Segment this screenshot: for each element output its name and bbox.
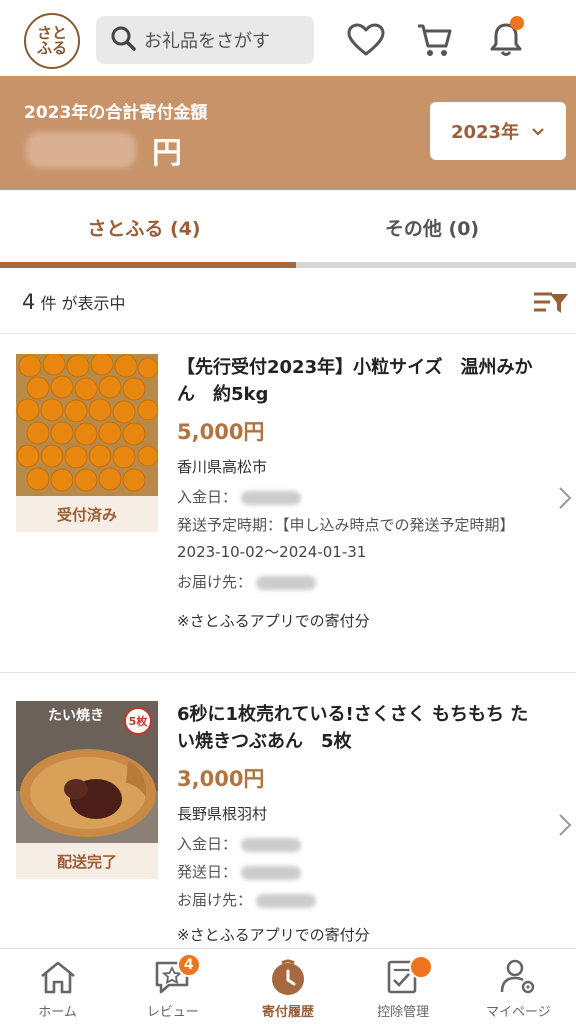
donation-summary: 2023年の合計寄付金額 円 2023年: [0, 76, 576, 190]
nav-deduction[interactable]: 控除管理: [346, 949, 461, 1024]
item-title: 【先行受付2023年】小粒サイズ 温州みかん 約5kg: [177, 357, 533, 405]
delivery-address-row: お届け先：: [177, 888, 537, 912]
nav-review-label: レビュー: [146, 1005, 199, 1020]
donation-item[interactable]: たい焼き 5枚 配送完了 6秒に1枚売れている!さくさく もちもち たい焼きつぶ…: [0, 673, 576, 948]
shipping-date-row: 発送日：: [177, 860, 537, 884]
status-badge: 受付済み: [16, 496, 158, 532]
heart-icon[interactable]: [346, 20, 386, 60]
nav-review[interactable]: 4 レビュー: [115, 949, 230, 1024]
item-municipality: 長野県根羽村: [177, 805, 268, 823]
chevron-right-icon: [558, 813, 572, 841]
delivery-address-row: お届け先：: [177, 570, 537, 594]
image-count-badge: 5枚: [124, 707, 152, 735]
payment-date-row: 入金日：: [177, 485, 537, 509]
chevron-right-icon: [558, 486, 572, 514]
total-donation-amount-masked: [26, 132, 136, 168]
app-header: さとふる お礼品をさがす: [0, 0, 576, 76]
review-count-badge: 4: [176, 953, 201, 977]
search-icon: [110, 25, 136, 55]
image-caption: たい焼き: [48, 708, 104, 724]
search-bar[interactable]: お礼品をさがす: [96, 16, 314, 64]
nav-donation-history[interactable]: 寄付履歴: [230, 949, 345, 1024]
item-thumbnail: たい焼き 5枚 配送完了: [16, 701, 158, 879]
masked-value: [256, 893, 317, 908]
year-select-value: 2023年: [450, 122, 520, 143]
cart-icon[interactable]: [414, 20, 454, 60]
nav-donation-history-label: 寄付履歴: [261, 1005, 314, 1020]
bottom-navigation: ホーム 4 レビュー 寄付履歴 控除管理 マイページ: [0, 948, 576, 1024]
tab-indicator: [0, 262, 296, 268]
status-badge: 配送完了: [16, 843, 158, 879]
item-price: 3,000円: [177, 767, 265, 791]
shipping-dates: 2023-10-02〜2024-01-31: [177, 543, 367, 561]
year-select[interactable]: 2023年: [430, 102, 566, 160]
tab-other[interactable]: その他 (0): [288, 190, 576, 264]
item-municipality: 香川県高松市: [177, 458, 268, 476]
app-donation-note: ※さとふるアプリでの寄付分: [177, 612, 370, 630]
result-count-row: 4 件 が表示中: [0, 270, 576, 334]
nav-mypage-label: マイページ: [485, 1005, 551, 1020]
donation-history-screen: さとふる お礼品をさがす 2023年の合計寄付金額 円 2023年 さとふる (…: [0, 0, 576, 1024]
donation-item[interactable]: 受付済み 【先行受付2023年】小粒サイズ 温州みかん 約5kg 5,000円 …: [0, 334, 576, 672]
search-placeholder: お礼品をさがす: [144, 31, 270, 52]
item-info: 【先行受付2023年】小粒サイズ 温州みかん 約5kg 5,000円 香川県高松…: [177, 354, 537, 631]
satofull-logo[interactable]: さとふる: [24, 13, 80, 69]
item-price: 5,000円: [177, 420, 265, 444]
nav-home[interactable]: ホーム: [0, 949, 115, 1024]
masked-value: [241, 837, 302, 852]
total-donation-label: 2023年の合計寄付金額: [24, 103, 208, 123]
item-title: 6秒に1枚売れている!さくさく もちもち たい焼きつぶあん 5枚: [177, 704, 529, 752]
donation-history-icon: [266, 957, 310, 997]
notification-dot: [510, 16, 524, 30]
payment-date-row: 入金日：: [177, 832, 537, 856]
tab-bar: さとふる (4) その他 (0): [0, 190, 576, 270]
review-icon: 4: [151, 953, 201, 997]
masked-value: [241, 865, 302, 880]
masked-value: [256, 575, 317, 590]
masked-value: [241, 490, 302, 505]
deduction-notification-dot: [409, 955, 434, 979]
tab-satofull[interactable]: さとふる (4): [0, 190, 288, 264]
mikan-image: [16, 354, 158, 496]
result-count: 4 件 が表示中: [22, 290, 126, 314]
home-icon: [36, 957, 80, 997]
item-thumbnail: 受付済み: [16, 354, 158, 532]
bell-icon[interactable]: [486, 16, 526, 60]
taiyaki-image: たい焼き 5枚: [16, 701, 158, 843]
shipping-period-row: 発送予定時期：【申し込み時点での発送予定時期】: [177, 516, 515, 534]
nav-mypage[interactable]: マイページ: [461, 949, 576, 1024]
filter-sort-icon[interactable]: [530, 288, 570, 318]
mypage-icon: [496, 957, 540, 997]
chevron-down-icon: [531, 121, 545, 142]
nav-deduction-label: 控除管理: [377, 1005, 430, 1020]
nav-home-label: ホーム: [38, 1005, 77, 1020]
item-info: 6秒に1枚売れている!さくさく もちもち たい焼きつぶあん 5枚 3,000円 …: [177, 701, 537, 945]
currency-label: 円: [152, 136, 182, 171]
deduction-icon: [381, 955, 434, 997]
app-donation-note: ※さとふるアプリでの寄付分: [177, 926, 370, 944]
